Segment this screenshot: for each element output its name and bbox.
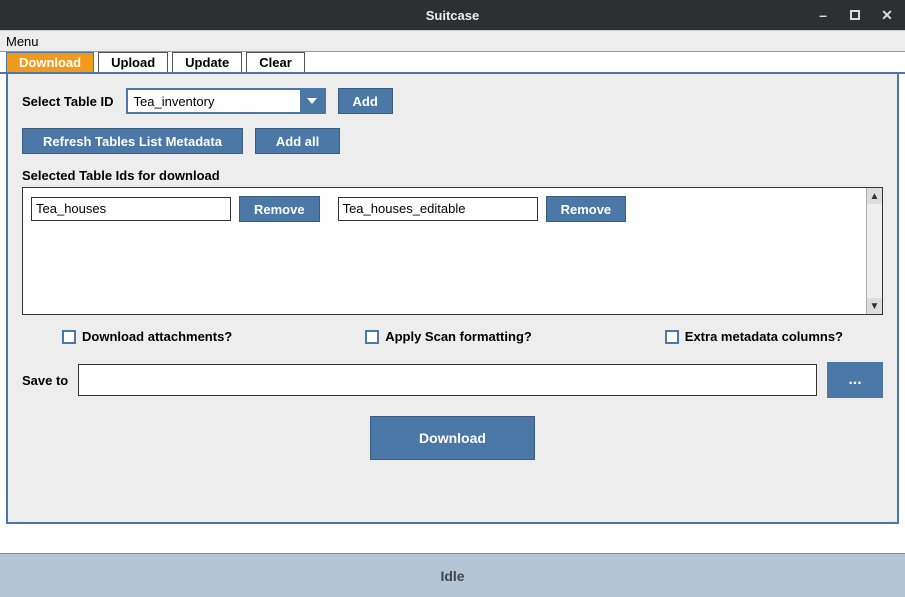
tab-download[interactable]: Download — [6, 52, 94, 72]
menu-item-menu[interactable]: Menu — [6, 34, 39, 49]
save-to-input[interactable] — [78, 364, 817, 396]
tab-upload[interactable]: Upload — [98, 52, 168, 72]
browse-button[interactable]: ... — [827, 362, 883, 398]
apply-scan-label: Apply Scan formatting? — [385, 329, 532, 344]
select-table-row: Select Table ID Tea_inventory Add — [22, 88, 883, 114]
selected-table-name: Tea_houses — [31, 197, 231, 221]
chevron-down-icon[interactable] — [300, 90, 324, 112]
status-text: Idle — [440, 568, 464, 584]
selected-tables-list: Tea_houses Remove Tea_houses_editable Re… — [22, 187, 883, 315]
download-button[interactable]: Download — [370, 416, 535, 460]
download-attachments-checkbox[interactable]: Download attachments? — [62, 329, 232, 344]
scroll-up-icon[interactable]: ▲ — [867, 188, 882, 204]
extra-metadata-label: Extra metadata columns? — [685, 329, 843, 344]
meta-buttons-row: Refresh Tables List Metadata Add all — [22, 128, 883, 154]
selected-tables-label: Selected Table Ids for download — [22, 168, 883, 183]
remove-button[interactable]: Remove — [546, 196, 627, 222]
scroll-down-icon[interactable]: ▼ — [867, 298, 882, 314]
add-button[interactable]: Add — [338, 88, 393, 114]
restore-icon[interactable] — [845, 5, 865, 25]
tab-clear[interactable]: Clear — [246, 52, 305, 72]
selected-tables-content: Tea_houses Remove Tea_houses_editable Re… — [23, 188, 866, 314]
download-button-row: Download — [22, 416, 883, 460]
options-row: Download attachments? Apply Scan formatt… — [22, 315, 883, 350]
download-attachments-label: Download attachments? — [82, 329, 232, 344]
checkbox-icon — [365, 330, 379, 344]
minimize-icon[interactable]: – — [813, 5, 833, 25]
close-icon[interactable]: ✕ — [877, 5, 897, 25]
select-table-label: Select Table ID — [22, 94, 114, 109]
window-titlebar: Suitcase – ✕ — [0, 0, 905, 30]
table-id-select[interactable]: Tea_inventory — [126, 88, 326, 114]
list-item: Tea_houses_editable Remove — [338, 196, 627, 222]
refresh-metadata-button[interactable]: Refresh Tables List Metadata — [22, 128, 243, 154]
tab-row: Download Upload Update Clear — [0, 52, 905, 74]
save-to-row: Save to ... — [22, 362, 883, 398]
list-item: Tea_houses Remove — [31, 196, 320, 222]
save-to-label: Save to — [22, 373, 68, 388]
add-all-button[interactable]: Add all — [255, 128, 340, 154]
checkbox-icon — [665, 330, 679, 344]
table-id-value: Tea_inventory — [128, 90, 300, 112]
window-controls: – ✕ — [813, 5, 897, 25]
apply-scan-formatting-checkbox[interactable]: Apply Scan formatting? — [365, 329, 532, 344]
list-scrollbar[interactable]: ▲ ▼ — [866, 188, 882, 314]
remove-button[interactable]: Remove — [239, 196, 320, 222]
menubar: Menu — [0, 30, 905, 52]
selected-table-name: Tea_houses_editable — [338, 197, 538, 221]
checkbox-icon — [62, 330, 76, 344]
tab-update[interactable]: Update — [172, 52, 242, 72]
status-bar: Idle — [0, 553, 905, 597]
window-title: Suitcase — [0, 8, 905, 23]
download-panel: Select Table ID Tea_inventory Add Refres… — [6, 74, 899, 524]
extra-metadata-checkbox[interactable]: Extra metadata columns? — [665, 329, 843, 344]
